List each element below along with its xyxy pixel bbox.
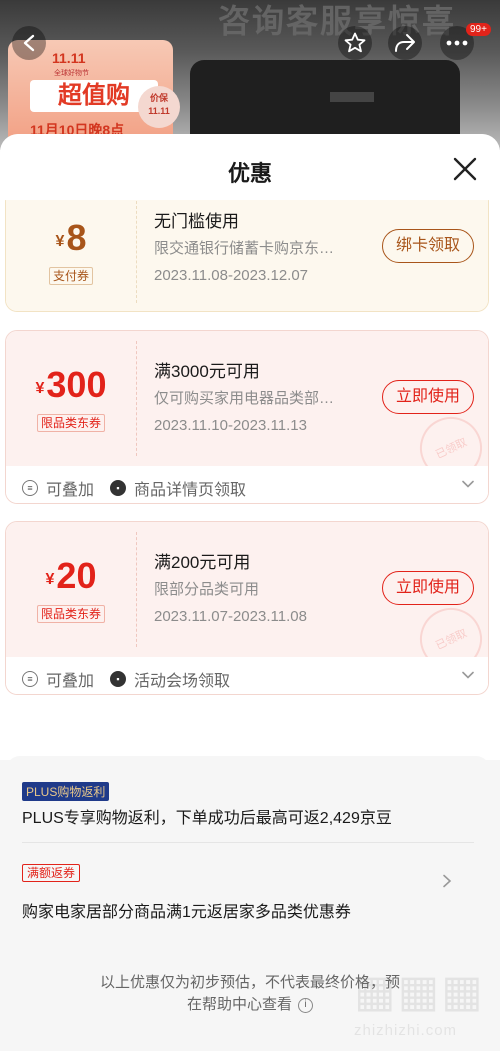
help-center-link[interactable]: 在帮助中心查看 — [187, 994, 292, 1016]
price-guarantee-tag-line1: 价保 — [149, 93, 168, 103]
product-display — [330, 92, 374, 102]
back-arrow-icon — [23, 34, 35, 52]
stackable-label: 可叠加 — [46, 673, 95, 690]
coupon-amount: ¥300 — [35, 363, 107, 405]
promo-logo: 11.11 — [52, 50, 86, 66]
favorite-button[interactable] — [338, 26, 372, 60]
coupon-date: 2023.11.08-2023.12.07 — [154, 267, 309, 284]
claim-source-label: 活动会场领取 — [134, 673, 231, 690]
coupon-type-tag: 限品类东券 — [36, 413, 105, 432]
coupon-date: 2023.11.07-2023.11.08 — [154, 608, 307, 625]
use-now-button[interactable]: 立即使用 — [382, 571, 474, 605]
price-guarantee-tag: 价保 11.11 — [138, 86, 180, 128]
rebate-info-card: PLUS购物返利 PLUS专享购物返利，下单成功后最高可返2,429京豆 满额返… — [6, 756, 490, 940]
watermark: ▦▦▦ zhizhizhi.com — [348, 966, 498, 1046]
sheet-header: 优惠 — [0, 134, 500, 200]
coupon-body: ¥300 限品类东券 满3000元可用 仅可购买家用电器品类部… 2023.11… — [6, 331, 488, 490]
coupon-desc: 仅可购买家用电器品类部… — [154, 390, 335, 407]
coupon-divider — [136, 201, 137, 303]
source-icon: ▪ — [110, 480, 126, 496]
coupon-body: ¥8 支付券 无门槛使用 限交通银行储蓄卡购京东… 2023.11.08-202… — [6, 200, 488, 311]
coupon-divider — [136, 341, 137, 456]
coupon-desc: 限部分品类可用 — [154, 581, 260, 598]
coupon-divider — [136, 532, 137, 647]
coupon-card: ¥8 支付券 无门槛使用 限交通银行储蓄卡购京东… 2023.11.08-202… — [5, 200, 489, 312]
coupon-title: 满3000元可用 — [154, 362, 260, 381]
promo-festival: 全球好物节 — [54, 70, 89, 77]
coupon-amount: ¥20 — [45, 554, 97, 596]
discount-sheet: 优惠 ¥8 支付券 无门槛使用 限交通银行储蓄卡购京东… 2023.11.08-… — [0, 134, 500, 1051]
watermark-url: zhizhizhi.com — [354, 1022, 458, 1039]
coupon-title: 无门槛使用 — [154, 212, 239, 231]
stack-icon: ≡ — [22, 671, 38, 687]
coupon-list[interactable]: ¥8 支付券 无门槛使用 限交通银行储蓄卡购京东… 2023.11.08-202… — [0, 200, 500, 760]
coupon-value: ¥20 限品类东券 — [6, 522, 136, 657]
chevron-right-icon[interactable] — [442, 874, 452, 888]
source-icon: ▪ — [110, 671, 126, 687]
coupon-footer[interactable]: ≡ 可叠加 ▪ 活动会场领取 — [6, 657, 488, 694]
claim-source-info: ▪ 商品详情页领取 — [110, 476, 246, 500]
plus-rebate-tag: PLUS购物返利 — [22, 782, 110, 801]
stackable-info: ≡ 可叠加 — [22, 667, 94, 691]
coupon-footer[interactable]: ≡ 可叠加 ▪ 商品详情页领取 — [6, 466, 488, 503]
use-now-button[interactable]: 立即使用 — [382, 380, 474, 414]
share-icon — [395, 34, 415, 52]
message-badge: 99+ — [466, 23, 491, 36]
coupon-value: ¥8 支付券 — [6, 200, 136, 311]
coupon-card: ¥300 限品类东券 满3000元可用 仅可购买家用电器品类部… 2023.11… — [5, 330, 489, 504]
chevron-down-icon[interactable] — [462, 478, 474, 490]
info-icon[interactable]: i — [298, 997, 313, 1013]
coupon-date: 2023.11.10-2023.11.13 — [154, 417, 307, 434]
stack-icon: ≡ — [22, 480, 38, 496]
coupon-card: ¥20 限品类东券 满200元可用 限部分品类可用 2023.11.07-202… — [5, 521, 489, 695]
more-dots-icon — [446, 40, 468, 46]
return-coupon-text[interactable]: 购家电家居部分商品满1元返居家多品类优惠券 — [22, 898, 351, 922]
plus-rebate-text: PLUS专享购物返利，下单成功后最高可返2,429京豆 — [22, 810, 392, 827]
chevron-down-icon[interactable] — [462, 669, 474, 681]
disclaimer-line2: 在帮助中心查看 i — [187, 994, 313, 1016]
stackable-info: ≡ 可叠加 — [22, 476, 94, 500]
watermark-logo: ▦▦▦ — [354, 967, 485, 1016]
price-guarantee-tag-line2: 11.11 — [148, 106, 170, 116]
coupon-type-tag: 限品类东券 — [36, 604, 105, 623]
sheet-title: 优惠 — [227, 161, 272, 186]
coupon-desc: 限交通银行储蓄卡购京东… — [154, 240, 335, 257]
star-icon — [344, 32, 366, 53]
product-background: 咨询客服享惊喜 11.11 全球好物节 超值购 11月10日晚8点 价保 11.… — [0, 0, 500, 150]
close-icon[interactable] — [452, 156, 478, 182]
share-button[interactable] — [388, 26, 422, 60]
coupon-amount: ¥8 — [55, 217, 87, 258]
divider — [22, 842, 474, 843]
return-coupon-tag: 满额返券 — [22, 864, 81, 882]
claim-source-label: 商品详情页领取 — [134, 482, 247, 499]
coupon-type-tag: 支付券 — [48, 267, 93, 285]
coupon-body: ¥20 限品类东券 满200元可用 限部分品类可用 2023.11.07-202… — [6, 522, 488, 681]
bind-card-claim-button[interactable]: 绑卡领取 — [382, 229, 474, 263]
back-button[interactable] — [12, 26, 46, 60]
claim-source-info: ▪ 活动会场领取 — [110, 667, 230, 691]
stackable-label: 可叠加 — [46, 482, 95, 499]
coupon-title: 满200元可用 — [154, 553, 251, 572]
coupon-value: ¥300 限品类东券 — [6, 331, 136, 466]
